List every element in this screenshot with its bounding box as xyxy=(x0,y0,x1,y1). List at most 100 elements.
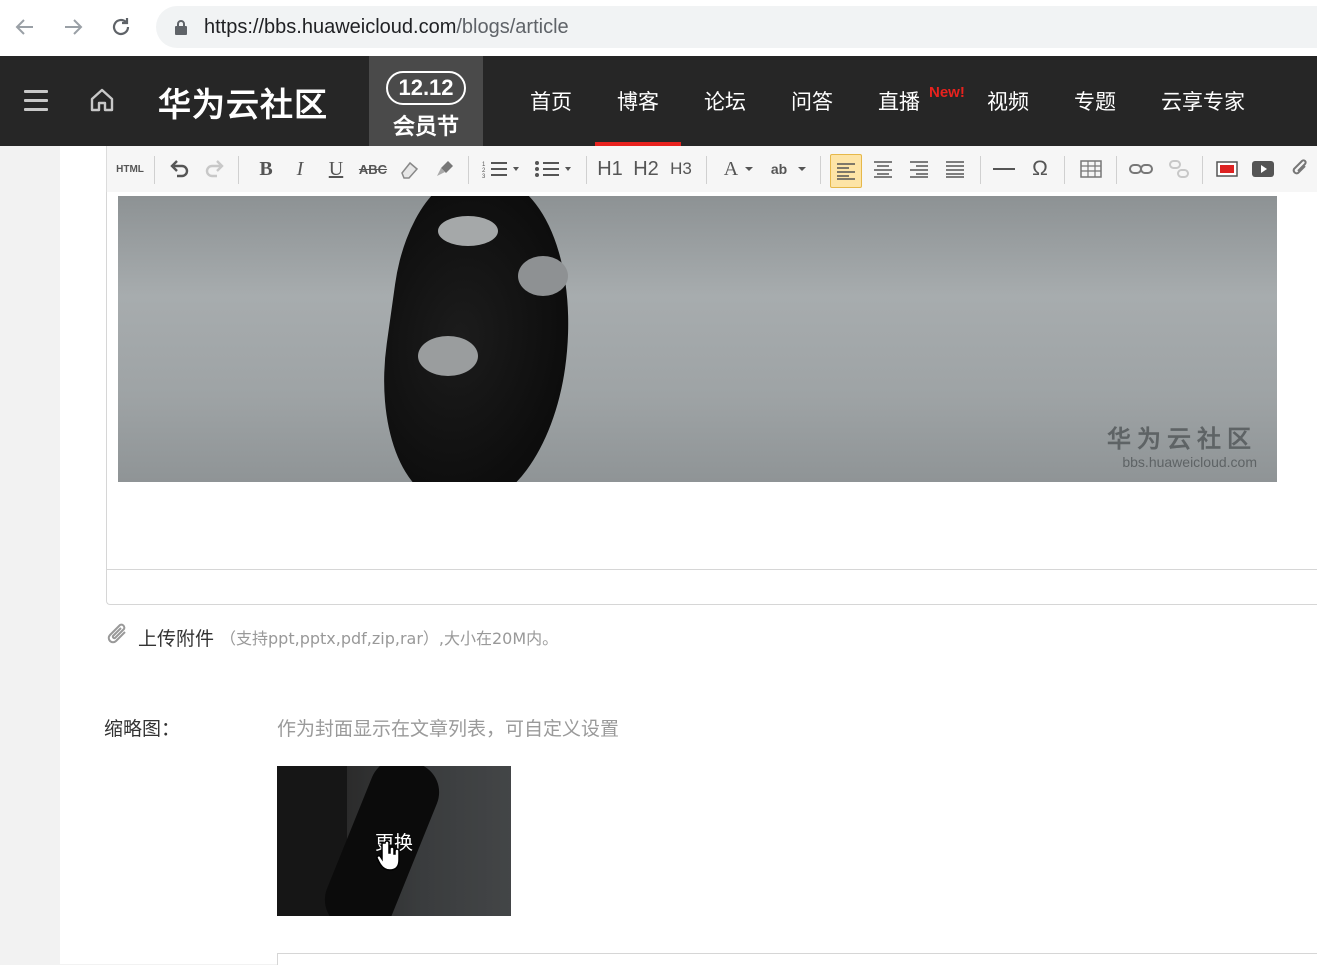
redo-button[interactable] xyxy=(200,146,230,192)
hand-cursor-icon xyxy=(376,840,400,871)
url-path: /blogs/article xyxy=(456,15,569,38)
back-button[interactable] xyxy=(10,12,40,42)
thumbnail-label: 缩略图： xyxy=(104,718,181,740)
promo-number: 12.12 xyxy=(386,71,466,105)
toolbar-separator xyxy=(1202,156,1203,184)
back-arrow-icon xyxy=(15,19,33,35)
heading3-button[interactable]: H3 xyxy=(666,146,696,192)
promo-1212-badge[interactable]: 12.12 会员节 xyxy=(369,56,483,156)
insert-video-button[interactable] xyxy=(1246,146,1280,192)
link-icon xyxy=(1129,164,1153,174)
highlight-label: ab xyxy=(770,161,788,177)
nav-forum[interactable]: 论坛 xyxy=(704,56,746,146)
chevron-down-icon xyxy=(745,167,754,171)
image-watermark: 华为云社区 bbs.huaweicloud.com xyxy=(1107,419,1257,470)
paperclip-icon xyxy=(1292,159,1307,175)
toolbar-separator xyxy=(586,156,587,184)
reload-icon xyxy=(112,18,130,36)
unlink-icon xyxy=(1169,160,1189,178)
bottom-input-box[interactable] xyxy=(277,953,1317,965)
ordered-list-icon: 123 xyxy=(482,162,519,179)
nav-home[interactable]: 首页 xyxy=(530,56,572,146)
url-host: https://bbs.huaweicloud.com xyxy=(204,15,457,38)
image-icon xyxy=(1216,161,1238,177)
paperclip-icon[interactable] xyxy=(106,622,130,652)
address-bar[interactable]: https://bbs.huaweicloud.com/blogs/articl… xyxy=(156,6,1317,48)
thumbnail-hint: 作为封面显示在文章列表，可自定义设置 xyxy=(277,718,620,740)
align-left-button[interactable] xyxy=(830,154,862,188)
attach-file-button[interactable] xyxy=(1284,146,1316,192)
toolbar-separator xyxy=(1064,156,1065,184)
align-justify-button[interactable] xyxy=(940,146,970,192)
new-badge: New! xyxy=(929,84,965,101)
nav-topics[interactable]: 专题 xyxy=(1074,56,1116,146)
brand-logo[interactable]: 华为云社区 xyxy=(158,78,328,126)
align-center-button[interactable] xyxy=(868,146,898,192)
align-center-icon xyxy=(874,161,892,178)
html-source-button[interactable]: HTML xyxy=(112,146,148,192)
special-char-button[interactable]: Ω xyxy=(1024,146,1056,192)
eraser-button[interactable] xyxy=(394,146,424,192)
nav-experts[interactable]: 云享专家 xyxy=(1161,56,1245,146)
light-highlight-shape xyxy=(418,336,478,376)
toolbar-separator xyxy=(238,156,239,184)
align-justify-icon xyxy=(946,161,964,178)
horizontal-rule-button[interactable] xyxy=(988,146,1020,192)
toolbar-separator xyxy=(706,156,707,184)
editor-cover-image[interactable]: 华为云社区 bbs.huaweicloud.com xyxy=(118,196,1277,482)
forward-arrow-icon xyxy=(65,19,83,35)
url-text: https://bbs.huaweicloud.com/blogs/articl… xyxy=(204,16,569,39)
svg-text:3: 3 xyxy=(482,174,486,179)
light-highlight-shape xyxy=(438,216,498,246)
attachment-row: 上传附件 （支持ppt,pptx,pdf,zip,rar）,大小在20M内。 xyxy=(106,622,558,652)
unordered-list-button[interactable] xyxy=(530,146,576,192)
ordered-list-button[interactable]: 123 xyxy=(478,146,524,192)
brush-icon xyxy=(437,161,453,176)
forward-button[interactable] xyxy=(58,12,88,42)
promo-label: 会员节 xyxy=(392,115,459,140)
table-button[interactable] xyxy=(1074,146,1108,192)
nav-blog[interactable]: 博客 xyxy=(595,56,681,146)
light-highlight-shape xyxy=(518,256,568,296)
left-gutter xyxy=(0,146,60,964)
nav-video[interactable]: 视频 xyxy=(987,56,1029,146)
link-button[interactable] xyxy=(1124,146,1158,192)
attachment-hint: （支持ppt,pptx,pdf,zip,rar）,大小在20M内。 xyxy=(220,629,559,648)
watermark-url: bbs.huaweicloud.com xyxy=(1122,454,1257,470)
toolbar-separator xyxy=(980,156,981,184)
heading2-button[interactable]: H2 xyxy=(630,146,662,192)
home-icon[interactable] xyxy=(88,86,118,116)
html-label: HTML xyxy=(116,163,144,175)
bold-button[interactable]: B xyxy=(252,146,280,192)
format-painter-button[interactable] xyxy=(430,146,460,192)
align-right-icon xyxy=(910,161,928,178)
upload-attachment-link[interactable]: 上传附件 xyxy=(138,624,214,651)
nav-live[interactable]: 直播 xyxy=(878,56,920,146)
menu-icon[interactable] xyxy=(22,88,52,114)
italic-button[interactable]: I xyxy=(286,146,314,192)
watermark-title: 华为云社区 xyxy=(1107,425,1257,453)
undo-button[interactable] xyxy=(164,146,194,192)
strikethrough-button[interactable]: ABC xyxy=(358,146,388,192)
font-color-button[interactable]: A xyxy=(716,146,762,192)
align-left-icon xyxy=(837,163,855,180)
underline-button[interactable]: U xyxy=(322,146,350,192)
toolbar-separator xyxy=(820,156,821,184)
toolbar-separator xyxy=(468,156,469,184)
redo-icon xyxy=(205,160,224,178)
toolbar-separator xyxy=(1116,156,1117,184)
reload-button[interactable] xyxy=(106,12,136,42)
eraser-icon xyxy=(401,161,419,179)
horizontal-rule-icon xyxy=(993,168,1015,170)
unlink-button[interactable] xyxy=(1162,146,1196,192)
align-right-button[interactable] xyxy=(904,146,934,192)
unordered-list-icon xyxy=(535,161,571,177)
table-icon xyxy=(1080,160,1102,178)
highlight-button[interactable]: ab xyxy=(766,146,812,192)
editor-divider xyxy=(107,569,1317,570)
insert-image-button[interactable] xyxy=(1210,146,1244,192)
heading1-button[interactable]: H1 xyxy=(594,146,626,192)
undo-icon xyxy=(170,160,189,178)
video-icon xyxy=(1252,161,1274,177)
nav-qa[interactable]: 问答 xyxy=(791,56,833,146)
